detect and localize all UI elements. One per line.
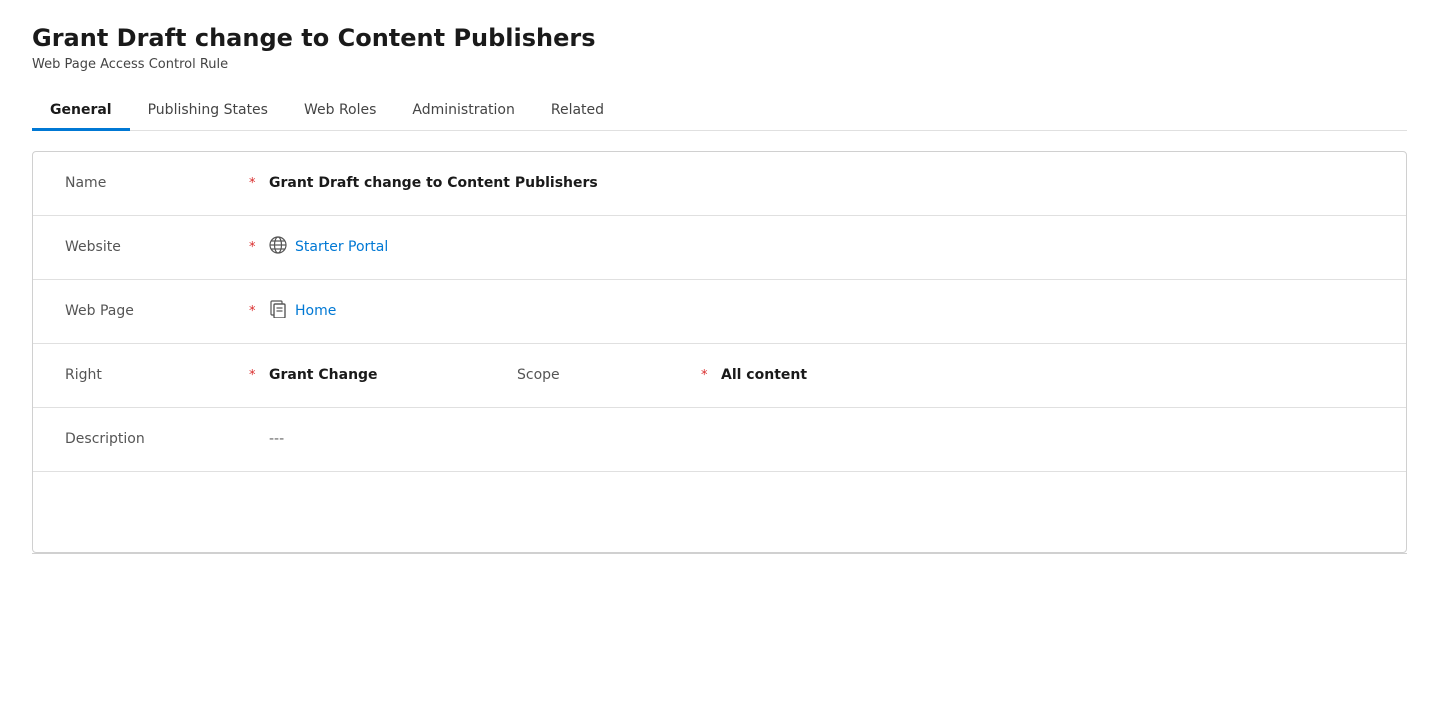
tab-nav: General Publishing States Web Roles Admi… xyxy=(32,92,1407,131)
website-label: Website xyxy=(65,239,245,255)
page-subtitle: Web Page Access Control Rule xyxy=(32,57,1407,72)
right-scope-fields: Grant Change Scope * All content xyxy=(269,367,1374,383)
right-scope-row: Right * Grant Change Scope * All content xyxy=(33,344,1406,408)
right-label: Right xyxy=(65,367,245,383)
page-icon xyxy=(269,300,287,322)
scope-label: Scope xyxy=(517,367,697,383)
right-required-star: * xyxy=(249,368,257,383)
website-required-star: * xyxy=(249,240,257,255)
website-row: Website * Starter Portal xyxy=(33,216,1406,280)
form-container: Name * Grant Draft change to Content Pub… xyxy=(32,151,1407,553)
tab-web-roles[interactable]: Web Roles xyxy=(286,92,394,131)
name-value: Grant Draft change to Content Publishers xyxy=(269,175,598,191)
right-value: Grant Change xyxy=(269,367,469,383)
webpage-value[interactable]: Home xyxy=(269,300,336,322)
bottom-border xyxy=(32,553,1407,554)
tab-related[interactable]: Related xyxy=(533,92,622,131)
page-container: Grant Draft change to Content Publishers… xyxy=(0,0,1439,578)
description-value: --- xyxy=(269,431,284,447)
page-header: Grant Draft change to Content Publishers… xyxy=(32,24,1407,72)
bottom-spacer xyxy=(33,472,1406,552)
tab-publishing-states[interactable]: Publishing States xyxy=(130,92,286,131)
description-label: Description xyxy=(65,431,245,447)
name-required-star: * xyxy=(249,176,257,191)
tab-general[interactable]: General xyxy=(32,92,130,131)
website-value[interactable]: Starter Portal xyxy=(269,236,388,258)
webpage-required-star: * xyxy=(249,304,257,319)
website-link-text: Starter Portal xyxy=(295,239,388,255)
tab-administration[interactable]: Administration xyxy=(394,92,532,131)
name-row: Name * Grant Draft change to Content Pub… xyxy=(33,152,1406,216)
scope-required-star: * xyxy=(701,368,709,383)
scope-value: All content xyxy=(721,367,807,383)
webpage-row: Web Page * Home xyxy=(33,280,1406,344)
name-label: Name xyxy=(65,175,245,191)
webpage-label: Web Page xyxy=(65,303,245,319)
webpage-link-text: Home xyxy=(295,303,336,319)
page-title: Grant Draft change to Content Publishers xyxy=(32,24,1407,53)
description-row: Description * --- xyxy=(33,408,1406,472)
globe-icon xyxy=(269,236,287,258)
